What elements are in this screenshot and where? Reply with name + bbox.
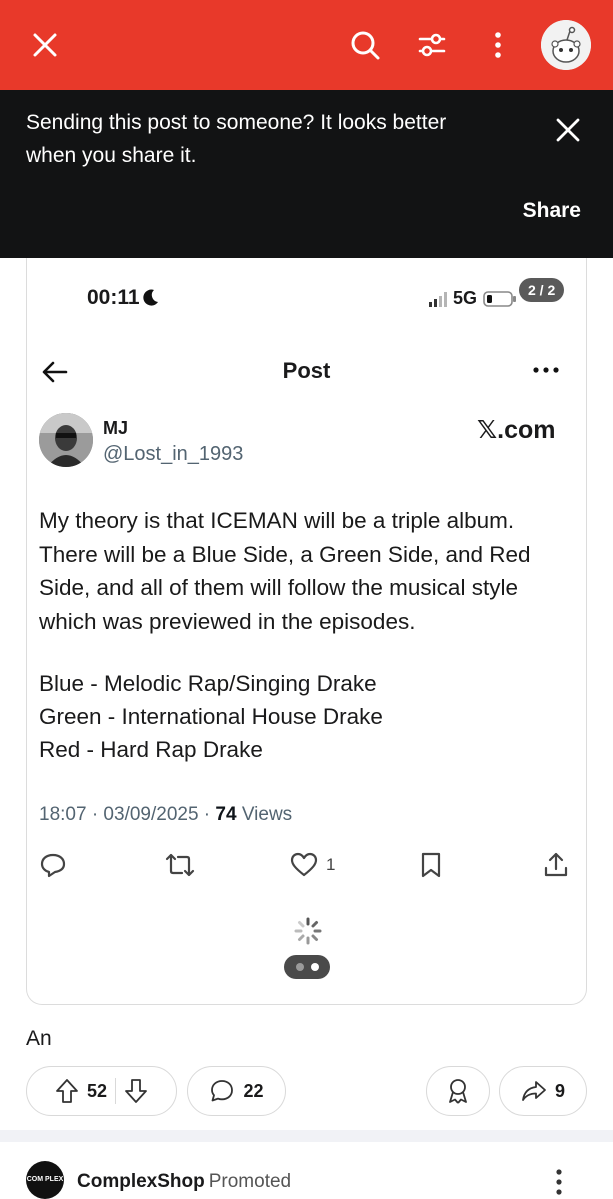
- pager-dot-active[interactable]: [310, 963, 319, 971]
- author-handle: @Lost_in_1993: [103, 443, 244, 465]
- tweet-list: Blue - Melodic Rap/Singing Drake Green -…: [39, 667, 383, 766]
- tweet-list-line: Red - Hard Rap Drake: [39, 737, 263, 762]
- like-count: 1: [326, 855, 336, 874]
- views-count: 74: [215, 804, 237, 825]
- more-vertical-icon[interactable]: [473, 20, 523, 70]
- heart-icon: [290, 852, 318, 877]
- upvote-icon[interactable]: [55, 1078, 79, 1104]
- search-icon[interactable]: [340, 20, 390, 70]
- promo-header[interactable]: ComplexShop Promoted: [77, 1171, 291, 1193]
- promo-name[interactable]: ComplexShop: [77, 1171, 205, 1192]
- app-top-bar: [0, 0, 613, 90]
- award-button[interactable]: [426, 1066, 490, 1116]
- pager-dot[interactable]: [295, 963, 304, 971]
- share-button[interactable]: Share: [523, 199, 581, 223]
- tweet-line: Side, and all of them will follow the mu…: [39, 575, 518, 600]
- downvote-icon[interactable]: [124, 1078, 148, 1104]
- promo-more-icon[interactable]: [554, 1168, 564, 1199]
- comments-button[interactable]: 22: [187, 1066, 286, 1116]
- tweet-line: There will be a Blue Side, a Green Side,…: [39, 541, 531, 567]
- tweet-meta: 18:07 · 03/09/2025 · 74 Views: [39, 804, 292, 826]
- status-time-text: 00:11: [87, 286, 140, 309]
- vote-bar: 52: [26, 1066, 177, 1116]
- award-icon: [449, 1079, 467, 1104]
- signal-icon: [429, 291, 447, 307]
- tweet-list-line: Green - International House Drake: [39, 704, 383, 729]
- close-icon[interactable]: [20, 20, 70, 70]
- battery-icon: [483, 290, 517, 307]
- user-avatar[interactable]: [541, 20, 591, 70]
- share-post-button[interactable]: 9: [499, 1066, 587, 1116]
- banner-close-icon[interactable]: [548, 110, 588, 150]
- image-pager-dots[interactable]: [284, 955, 330, 979]
- image-page-indicator: 2 / 2: [519, 278, 565, 302]
- feed-divider: [0, 1130, 613, 1142]
- tweet-header-title: Post: [282, 358, 331, 383]
- share-upload-icon: [542, 850, 570, 880]
- more-horizontal-icon: [532, 362, 560, 380]
- comment-icon: [211, 1080, 234, 1102]
- views-label: Views: [236, 804, 293, 825]
- tweet-line: My theory is that ICEMAN will be a tripl…: [39, 508, 515, 533]
- loading-spinner-icon: [293, 916, 323, 951]
- tweet-timestamp: 18:07 · 03/09/2025 ·: [39, 804, 216, 825]
- post-title[interactable]: An: [26, 1027, 52, 1051]
- share-suggestion-banner: Sending this post to someone? It looks b…: [0, 90, 613, 258]
- bookmark-icon: [419, 850, 443, 880]
- complexshop-logo[interactable]: COM PLEX: [26, 1161, 64, 1199]
- comment-count: 22: [243, 1080, 264, 1101]
- upvote-count: 52: [86, 1080, 108, 1101]
- share-arrow-icon: [522, 1081, 546, 1101]
- share-count: 9: [554, 1080, 565, 1101]
- network-label: 5G: [453, 288, 478, 308]
- status-bar-right: 5G: [429, 288, 517, 309]
- tweet-line: which was previewed in the episodes.: [39, 608, 416, 634]
- like-button: 1: [290, 850, 335, 880]
- reply-icon: [39, 850, 67, 880]
- author-name: MJ: [103, 418, 129, 438]
- moon-icon: [142, 289, 158, 306]
- tweet-list-line: Blue - Melodic Rap/Singing Drake: [39, 671, 377, 696]
- repost-icon: [164, 850, 196, 880]
- vote-divider: [115, 1078, 117, 1104]
- tweet-body: My theory is that ICEMAN will be a tripl…: [39, 504, 579, 638]
- filter-icon[interactable]: [407, 20, 457, 70]
- x-brand-logo: 𝕏.com: [477, 416, 556, 444]
- banner-message: Sending this post to someone? It looks b…: [26, 111, 447, 167]
- status-bar-time: 00:11: [87, 286, 159, 310]
- post-image-card[interactable]: 00:11 5G 2 / 2 Post MJ @Lost_in_1993 𝕏.c…: [26, 258, 587, 1005]
- author-avatar: [39, 413, 93, 467]
- promoted-label: Promoted: [208, 1171, 292, 1192]
